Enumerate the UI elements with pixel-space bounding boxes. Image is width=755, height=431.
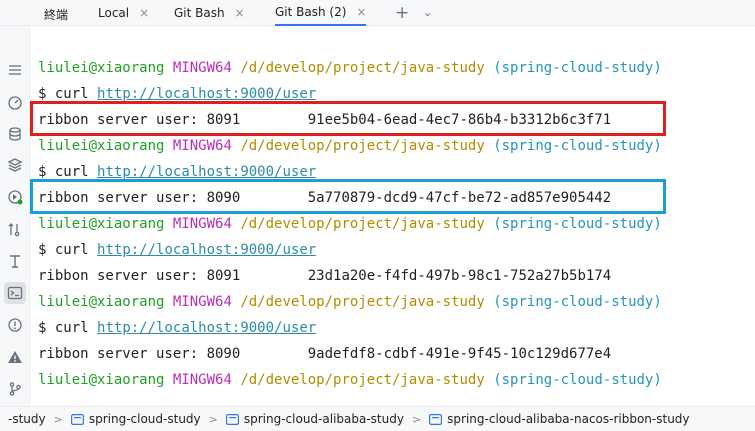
breadcrumb-item[interactable]: spring-cloud-alibaba-nacos-ribbon-study xyxy=(429,412,690,426)
command-line: $ curl http://localhost:9000/user xyxy=(38,318,662,344)
list-icon[interactable] xyxy=(7,62,23,78)
breadcrumb: -study > spring-cloud-study > spring-clo… xyxy=(0,406,755,431)
add-tab-icon[interactable]: + xyxy=(395,3,409,23)
prompt-line: liulei@xiaorang MINGW64 /d/develop/proje… xyxy=(38,370,662,396)
prompt-line: liulei@xiaorang MINGW64 /d/develop/proje… xyxy=(38,136,662,162)
prompt-system: MINGW64 xyxy=(172,294,232,310)
command-line: $ curl http://localhost:9000/user xyxy=(38,240,662,266)
terminal-output[interactable]: liulei@xiaorang MINGW64 /d/develop/proje… xyxy=(38,58,662,396)
prompt-branch: (spring-cloud-study) xyxy=(493,138,662,154)
chevron-right-icon: > xyxy=(53,412,63,426)
git-branch-icon[interactable] xyxy=(7,381,23,397)
prompt-branch: (spring-cloud-study) xyxy=(493,372,662,388)
prompt-line: liulei@xiaorang MINGW64 /d/develop/proje… xyxy=(38,58,662,84)
prompt-path: /d/develop/project/java-study xyxy=(240,138,485,154)
command-line: $ curl http://localhost:9000/user xyxy=(38,162,662,188)
breadcrumb-label: spring-cloud-study xyxy=(88,412,201,426)
close-icon[interactable]: × xyxy=(235,6,245,20)
close-icon[interactable]: × xyxy=(139,6,149,20)
response-id: 91ee5b04-6ead-4ec7-86b4-b3312b6c3f71 xyxy=(307,112,612,128)
prompt-line: liulei@xiaorang MINGW64 /d/develop/proje… xyxy=(38,214,662,240)
response-text: ribbon server user: 8090 xyxy=(38,346,241,362)
plugin-icon[interactable] xyxy=(7,189,23,205)
command-name: curl xyxy=(54,242,89,258)
prompt-user: liulei@xiaorang xyxy=(38,138,165,154)
breadcrumb-item[interactable]: -study xyxy=(8,412,46,426)
response-id: 9adefdf8-cdbf-491e-9f45-10c129d677e4 xyxy=(307,346,612,362)
response-line: ribbon server user: 8090 5a770879-dcd9-4… xyxy=(38,188,662,214)
prompt-system: MINGW64 xyxy=(172,216,232,232)
tab-label: Git Bash (2) xyxy=(275,5,347,19)
tab-git-bash-2[interactable]: Git Bash (2) × xyxy=(275,0,367,26)
prompt-branch: (spring-cloud-study) xyxy=(493,294,662,310)
command-url-link[interactable]: http://localhost:9000/user xyxy=(97,86,316,102)
terminal-panel-title: 終端 xyxy=(44,8,69,22)
prompt-dollar: $ xyxy=(38,320,47,336)
text-format-icon[interactable] xyxy=(7,253,23,269)
warning-circle-icon[interactable] xyxy=(7,317,23,333)
database-icon[interactable] xyxy=(7,126,23,142)
response-text: ribbon server user: 8090 xyxy=(38,190,241,206)
breadcrumb-item[interactable]: spring-cloud-alibaba-study xyxy=(225,412,404,426)
prompt-system: MINGW64 xyxy=(172,372,232,388)
tab-local[interactable]: Local × xyxy=(98,0,149,26)
command-url-link[interactable]: http://localhost:9000/user xyxy=(97,320,316,336)
layers-icon[interactable] xyxy=(7,157,23,173)
prompt-branch: (spring-cloud-study) xyxy=(493,60,662,76)
breadcrumb-label: spring-cloud-alibaba-nacos-ribbon-study xyxy=(447,412,690,426)
prompt-system: MINGW64 xyxy=(172,138,232,154)
prompt-user: liulei@xiaorang xyxy=(38,372,165,388)
close-icon[interactable]: × xyxy=(356,5,366,19)
prompt-branch: (spring-cloud-study) xyxy=(493,216,662,232)
module-folder-icon xyxy=(70,413,84,425)
breadcrumb-label: spring-cloud-alibaba-study xyxy=(243,412,404,426)
chevron-down-icon[interactable]: ⌄ xyxy=(423,6,432,19)
terminal-icon[interactable] xyxy=(4,282,26,304)
command-name: curl xyxy=(54,86,89,102)
prompt-path: /d/develop/project/java-study xyxy=(240,372,485,388)
response-text: ribbon server user: 8091 xyxy=(38,112,241,128)
chevron-right-icon: > xyxy=(411,412,422,426)
alert-triangle-icon[interactable] xyxy=(7,349,23,365)
prompt-path: /d/develop/project/java-study xyxy=(240,294,485,310)
prompt-user: liulei@xiaorang xyxy=(38,216,165,232)
dashboard-icon[interactable] xyxy=(7,94,23,110)
prompt-dollar: $ xyxy=(38,164,47,180)
breadcrumb-label: -study xyxy=(8,412,46,426)
prompt-user: liulei@xiaorang xyxy=(38,60,165,76)
command-name: curl xyxy=(54,320,89,336)
module-folder-icon xyxy=(225,413,239,425)
prompt-line: liulei@xiaorang MINGW64 /d/develop/proje… xyxy=(38,292,662,318)
chevron-right-icon: > xyxy=(208,412,218,426)
command-line: $ curl http://localhost:9000/user xyxy=(38,84,662,110)
response-id: 23d1a20e-f4fd-497b-98c1-752a27b5b174 xyxy=(307,268,612,284)
prompt-path: /d/develop/project/java-study xyxy=(240,216,485,232)
command-url-link[interactable]: http://localhost:9000/user xyxy=(97,164,316,180)
response-line: ribbon server user: 8091 91ee5b04-6ead-4… xyxy=(38,110,662,136)
prompt-path: /d/develop/project/java-study xyxy=(240,60,485,76)
tab-label: Local xyxy=(98,6,130,20)
command-url-link[interactable]: http://localhost:9000/user xyxy=(97,242,316,258)
tab-label: Git Bash xyxy=(174,6,225,20)
terminal-tab-bar: 終端 Local × Git Bash × Git Bash (2) × + ⌄ xyxy=(0,0,755,26)
prompt-user: liulei@xiaorang xyxy=(38,294,165,310)
response-text: ribbon server user: 8091 xyxy=(38,268,241,284)
breadcrumb-item[interactable]: spring-cloud-study xyxy=(70,412,201,426)
module-folder-icon xyxy=(429,413,443,425)
response-line: ribbon server user: 8091 23d1a20e-f4fd-4… xyxy=(38,266,662,292)
response-id: 5a770879-dcd9-47cf-be72-ad857e905442 xyxy=(307,190,612,206)
git-push-icon[interactable] xyxy=(7,221,23,237)
response-line: ribbon server user: 8090 9adefdf8-cdbf-4… xyxy=(38,344,662,370)
left-toolbar xyxy=(0,26,30,406)
tab-git-bash[interactable]: Git Bash × xyxy=(174,0,245,26)
prompt-dollar: $ xyxy=(38,86,47,102)
command-name: curl xyxy=(54,164,89,180)
prompt-system: MINGW64 xyxy=(172,60,232,76)
prompt-dollar: $ xyxy=(38,242,47,258)
